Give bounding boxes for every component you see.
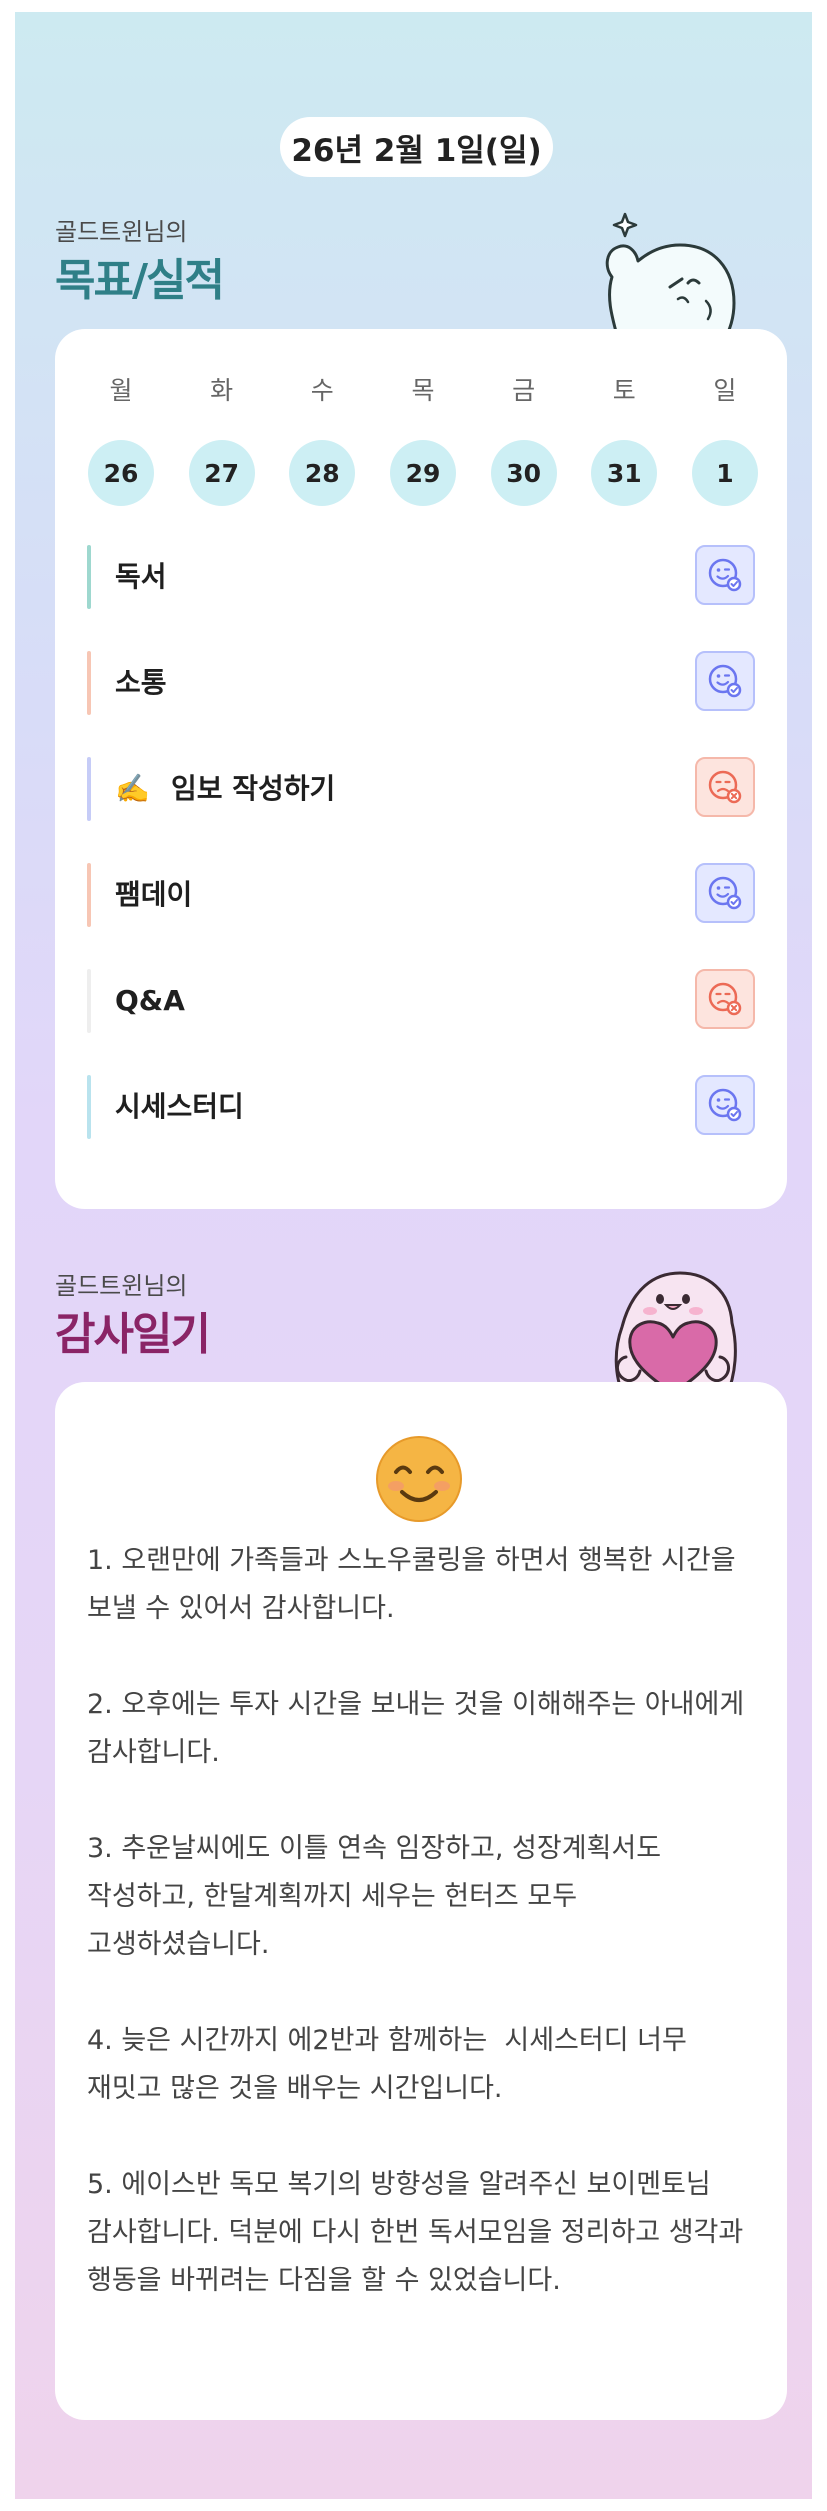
smile-check-icon: [708, 876, 742, 910]
status-badge[interactable]: [695, 757, 755, 817]
goal-color-bar: [87, 1075, 91, 1139]
smile-check-icon: [708, 558, 742, 592]
day-date[interactable]: 27: [188, 440, 255, 506]
smiling-face-icon: [376, 1436, 462, 1522]
day-name: 월: [109, 376, 133, 405]
goal-label: Q&A: [115, 984, 185, 1017]
goal-label: 소통: [115, 666, 167, 699]
day-date[interactable]: 30: [490, 440, 557, 506]
day-date[interactable]: 28: [289, 440, 356, 506]
day-column[interactable]: 목 29: [389, 374, 457, 506]
writing-hand-icon: ✍️: [115, 772, 150, 805]
goal-row-qna[interactable]: Q&A: [87, 969, 755, 1033]
mascot-waving-icon: [605, 212, 736, 341]
gratitude-entry-5: 5. 에이스반 독모 복기의 방향성을 알려주신 보이멘토님 감사합니다. 덕분…: [87, 2169, 752, 2296]
goal-color-bar: [87, 969, 91, 1033]
goal-color-bar: [87, 757, 91, 821]
status-badge[interactable]: [695, 969, 755, 1029]
goal-color-bar: [87, 863, 91, 927]
status-badge[interactable]: [695, 863, 755, 923]
goal-label: 임보 작성하기: [171, 772, 336, 805]
day-date[interactable]: 31: [591, 440, 658, 506]
day-name: 수: [310, 376, 334, 405]
gratitude-entry-4: 4. 늦은 시간까지 에2반과 함께하는 시세스터디 너무 재밋고 많은 것을 …: [87, 2025, 696, 2104]
gratitude-owner: 골드트윈님의: [55, 1272, 188, 1300]
gratitude-title: 감사일기: [55, 1309, 211, 1360]
day-column[interactable]: 토 31: [590, 374, 658, 506]
day-column[interactable]: 화 27: [188, 374, 256, 506]
goal-label: 시세스터디: [115, 1090, 244, 1123]
week-strip: 월 26 화 27 수 28 목 29 금 30 토 31 일 1: [87, 374, 759, 506]
day-name: 토: [612, 376, 636, 405]
gratitude-card: 1. 오랜만에 가족들과 스노우쿨링을 하면서 행복한 시간을 보낼 수 있어서…: [55, 1382, 787, 2420]
goals-owner: 골드트윈님의: [55, 218, 188, 246]
day-name: 목: [411, 376, 435, 405]
sad-x-icon: [708, 770, 742, 804]
day-name: 화: [210, 376, 234, 405]
day-column[interactable]: 금 30: [490, 374, 558, 506]
date-pill[interactable]: 26년 2월 1일(일): [280, 117, 553, 177]
status-badge[interactable]: [695, 545, 755, 605]
gratitude-text: 1. 오랜만에 가족들과 스노우쿨링을 하면서 행복한 시간을 보낼 수 있어서…: [87, 1537, 759, 2305]
gratitude-entry-3: 3. 추운날씨에도 이틀 연속 임장하고, 성장계획서도 작성하고, 한달계획까…: [87, 1833, 670, 1960]
goal-row-price-study[interactable]: 시세스터디: [87, 1075, 755, 1139]
day-date[interactable]: 29: [389, 440, 456, 506]
goal-color-bar: [87, 651, 91, 715]
goal-color-bar: [87, 545, 91, 609]
smile-check-icon: [708, 664, 742, 698]
day-column[interactable]: 일 1: [691, 374, 759, 506]
goal-row-report[interactable]: ✍️ 임보 작성하기: [87, 757, 755, 821]
gratitude-entry-2: 2. 오후에는 투자 시간을 보내는 것을 이해해주는 아내에게 감사합니다.: [87, 1689, 753, 1768]
day-column[interactable]: 월 26: [87, 374, 155, 506]
status-badge[interactable]: [695, 651, 755, 711]
goal-row-family-day[interactable]: 팸데이: [87, 863, 755, 927]
goal-row-reading[interactable]: 독서: [87, 545, 755, 609]
date-label: 26년 2월 1일(일): [291, 132, 542, 169]
goal-label: 독서: [115, 560, 167, 593]
day-name: 일: [713, 376, 737, 405]
goal-row-communication[interactable]: 소통: [87, 651, 755, 715]
goals-card: 월 26 화 27 수 28 목 29 금 30 토 31 일 1 독서 소통 …: [55, 329, 787, 1209]
day-name: 금: [512, 376, 536, 405]
app-frame: 26년 2월 1일(일) 골드트윈님의 목표/실적 월 26 화 27 수 28: [15, 12, 812, 2499]
mascot-heart-icon: [614, 1271, 737, 1397]
goal-label: 팸데이: [115, 878, 193, 911]
status-badge[interactable]: [695, 1075, 755, 1135]
sad-x-icon: [708, 982, 742, 1016]
goals-title: 목표/실적: [55, 255, 225, 306]
day-column[interactable]: 수 28: [288, 374, 356, 506]
day-date[interactable]: 1: [691, 440, 758, 506]
smile-check-icon: [708, 1088, 742, 1122]
gratitude-entry-1: 1. 오랜만에 가족들과 스노우쿨링을 하면서 행복한 시간을 보낼 수 있어서…: [87, 1545, 745, 1624]
day-date[interactable]: 26: [88, 440, 154, 506]
